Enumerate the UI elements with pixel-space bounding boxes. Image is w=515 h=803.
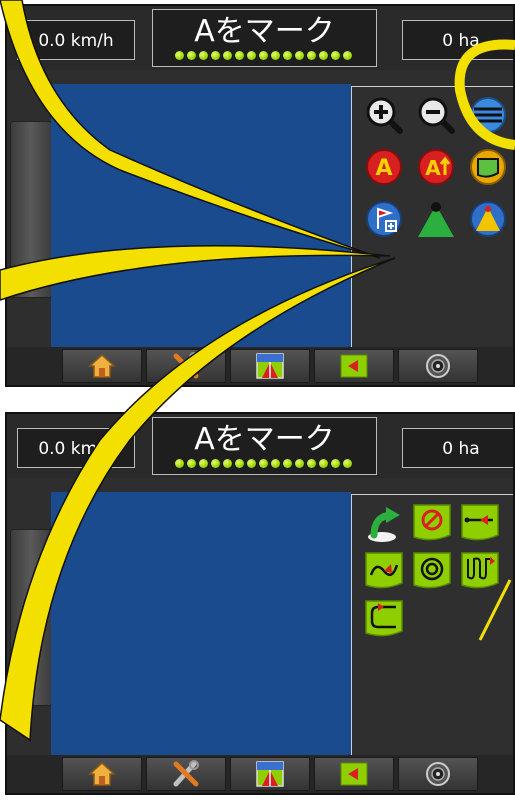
map-view[interactable]	[51, 84, 351, 354]
map-view[interactable]	[51, 492, 351, 762]
status-title: Aをマーク	[194, 422, 335, 457]
speed-readout: 0.0 km/h	[17, 428, 135, 468]
guidance-screen-top: 0.0 km/h Aをマーク 0 ha A A	[5, 4, 515, 387]
guidance-lines-icon[interactable]	[468, 95, 508, 135]
add-marker-icon[interactable]	[364, 199, 404, 239]
camera-button[interactable]	[398, 349, 478, 383]
status-title-box: Aをマーク	[152, 417, 377, 475]
vehicle-view-icon	[340, 762, 368, 786]
guidance-view-icon	[256, 353, 284, 379]
speed-readout: 0.0 km/h	[17, 20, 135, 60]
zoom-out-icon[interactable]	[416, 95, 456, 135]
svg-text:A: A	[425, 156, 441, 180]
satellite-indicator	[175, 51, 352, 60]
home-icon	[88, 761, 116, 786]
straight-ab-icon[interactable]	[460, 503, 500, 543]
status-bar: 0.0 km/h Aをマーク 0 ha	[7, 414, 513, 478]
guidance-view-button[interactable]	[230, 757, 310, 791]
home-button[interactable]	[62, 349, 142, 383]
status-bar: 0.0 km/h Aをマーク 0 ha	[7, 6, 513, 70]
status-title-box: Aをマーク	[152, 9, 377, 67]
home-button[interactable]	[62, 757, 142, 791]
guidance-screen-bottom: 0.0 km/h Aをマーク 0 ha	[5, 412, 515, 795]
status-title: Aをマーク	[194, 14, 335, 49]
tools-button[interactable]	[146, 757, 226, 791]
last-pass-icon[interactable]	[364, 599, 404, 639]
return-to-point-icon[interactable]	[364, 503, 404, 543]
camera-button[interactable]	[398, 757, 478, 791]
tools-button[interactable]	[146, 349, 226, 383]
mark-a-icon[interactable]: A	[364, 147, 404, 187]
lightbar-green-icon[interactable]	[416, 199, 456, 239]
vehicle-view-button[interactable]	[314, 349, 394, 383]
tools-icon	[173, 760, 199, 787]
side-panel-tab[interactable]	[10, 121, 52, 298]
curve-ab-icon[interactable]	[364, 551, 404, 591]
guidance-view-icon	[256, 761, 284, 787]
circle-pivot-icon[interactable]	[412, 551, 452, 591]
satellite-indicator	[175, 459, 352, 468]
side-panel-tab[interactable]	[10, 529, 52, 706]
boundary-icon[interactable]	[468, 147, 508, 187]
vehicle-view-button[interactable]	[314, 757, 394, 791]
vehicle-view-icon	[340, 354, 368, 378]
mark-a-plus-icon[interactable]: A	[416, 147, 456, 187]
zoom-in-icon[interactable]	[364, 95, 404, 135]
adaptive-curve-icon[interactable]	[460, 551, 500, 591]
lightbar-yellow-icon[interactable]	[468, 199, 508, 239]
camera-icon	[426, 762, 450, 786]
guidance-options-panel: A A	[351, 86, 513, 354]
tools-icon	[173, 352, 199, 379]
area-readout: 0 ha	[402, 20, 513, 60]
svg-text:A: A	[375, 156, 392, 181]
no-guidance-icon[interactable]	[412, 503, 452, 543]
area-readout: 0 ha	[402, 428, 513, 468]
bottom-nav-bar	[7, 755, 513, 793]
home-icon	[88, 353, 116, 378]
guidance-view-button[interactable]	[230, 349, 310, 383]
bottom-nav-bar	[7, 347, 513, 385]
guidance-mode-panel	[351, 494, 513, 762]
camera-icon	[426, 354, 450, 378]
